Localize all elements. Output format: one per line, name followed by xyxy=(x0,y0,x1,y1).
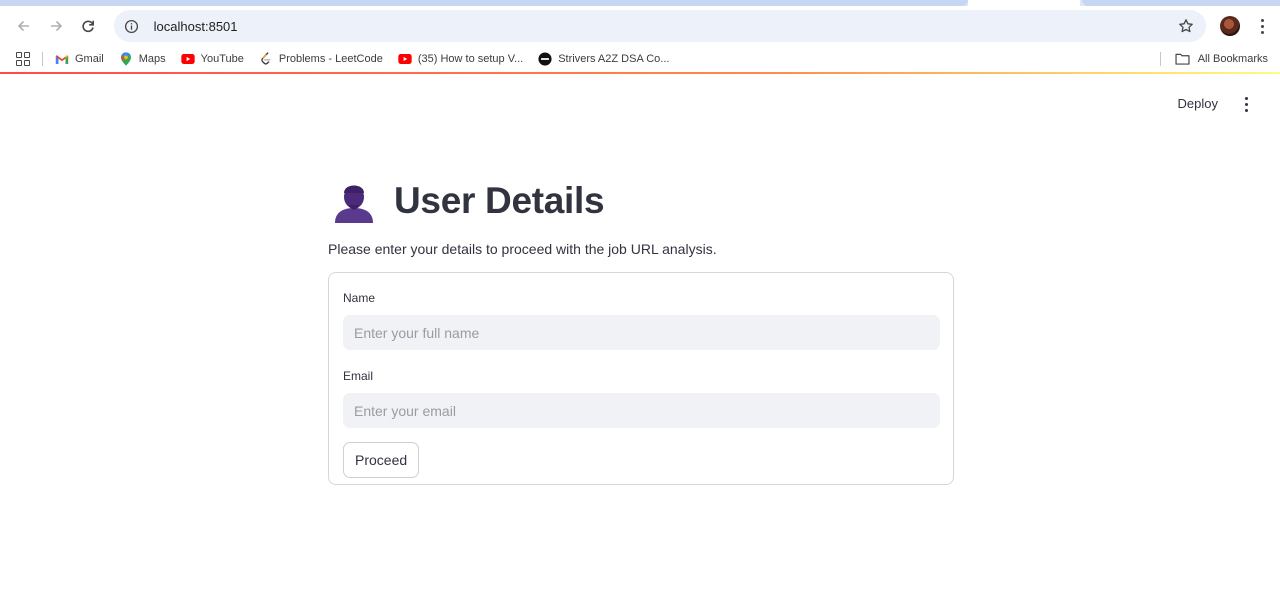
bookmarks-bar: Gmail Maps YouTube Problems - LeetCode (… xyxy=(0,46,1280,72)
bust-in-silhouette-icon xyxy=(335,185,373,223)
name-label: Name xyxy=(343,291,376,305)
bookmark-star-icon[interactable] xyxy=(1178,18,1194,34)
bookmark-label: Problems - LeetCode xyxy=(278,53,383,65)
all-bookmarks-label: All Bookmarks xyxy=(1197,53,1268,65)
bookmark-youtube-video[interactable]: (35) How to setup V... xyxy=(398,52,523,66)
name-input[interactable] xyxy=(343,315,940,350)
bookmark-gmail[interactable]: Gmail xyxy=(55,52,104,66)
arrow-left-icon xyxy=(17,20,29,32)
browser-toolbar: localhost:8501 xyxy=(0,6,1280,46)
bookmark-label: (35) How to setup V... xyxy=(417,53,524,65)
apps-grid-icon[interactable] xyxy=(16,52,30,66)
leetcode-icon xyxy=(259,52,273,66)
maps-icon xyxy=(119,52,133,66)
site-info-icon[interactable] xyxy=(124,18,140,34)
url-text: localhost:8501 xyxy=(153,18,238,34)
inactive-tab[interactable] xyxy=(1082,0,1280,6)
back-button[interactable] xyxy=(8,10,40,42)
reload-button[interactable] xyxy=(72,10,104,42)
bookmark-maps[interactable]: Maps xyxy=(119,52,166,66)
bookmark-strivers[interactable]: Strivers A2Z DSA Co... xyxy=(538,52,669,66)
bookmark-label: Maps xyxy=(138,53,166,65)
tuf-icon xyxy=(538,52,552,66)
page-title: User Details xyxy=(394,180,605,221)
app-view: Deploy User Details Please enter your de… xyxy=(0,74,1280,613)
reload-icon xyxy=(82,20,94,33)
user-details-form: Name Email Proceed xyxy=(328,272,954,485)
page-header: User Details xyxy=(328,176,954,226)
inactive-tab[interactable] xyxy=(0,0,968,6)
profile-avatar[interactable] xyxy=(1220,16,1241,36)
browser-menu-icon[interactable] xyxy=(1252,16,1272,36)
forward-button[interactable] xyxy=(40,10,72,42)
main-content: User Details Please enter your details t… xyxy=(328,176,954,485)
bookmark-leetcode[interactable]: Problems - LeetCode xyxy=(259,52,383,66)
all-bookmarks[interactable]: All Bookmarks xyxy=(1159,46,1268,72)
page-description: Please enter your details to proceed wit… xyxy=(328,241,717,257)
active-tab[interactable] xyxy=(968,0,1080,6)
arrow-right-icon xyxy=(50,20,62,32)
proceed-button[interactable]: Proceed xyxy=(343,442,420,478)
folder-icon xyxy=(1175,53,1190,65)
bookmark-label: YouTube xyxy=(200,53,244,65)
bookmarks-divider xyxy=(1159,52,1161,66)
deploy-button[interactable]: Deploy xyxy=(1178,96,1218,111)
bookmark-label: Gmail xyxy=(75,53,104,65)
youtube-icon xyxy=(398,52,412,66)
main-menu-icon[interactable] xyxy=(1242,95,1250,113)
bookmark-youtube[interactable]: YouTube xyxy=(180,52,244,66)
bookmark-label: Strivers A2Z DSA Co... xyxy=(558,53,670,65)
address-bar[interactable]: localhost:8501 xyxy=(113,10,1207,42)
tab-strip xyxy=(0,0,1280,6)
email-label: Email xyxy=(343,369,374,383)
youtube-icon xyxy=(180,52,195,66)
gmail-icon xyxy=(55,52,69,66)
bookmarks-divider xyxy=(42,52,43,66)
email-input[interactable] xyxy=(343,393,940,428)
